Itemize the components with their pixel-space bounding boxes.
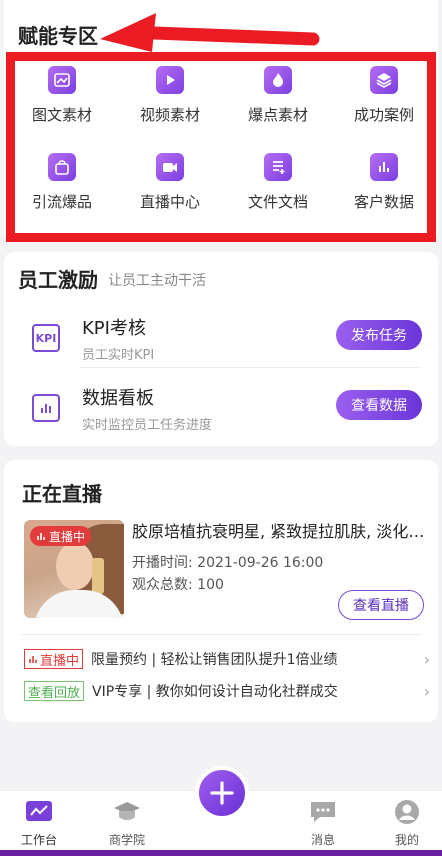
kpi-title: KPI考核 — [82, 318, 146, 339]
highlight-box — [6, 52, 436, 242]
nav-label: 工作台 — [20, 833, 57, 847]
nav-label: 消息 — [310, 833, 335, 847]
publish-task-button[interactable]: 发布任务 — [336, 320, 422, 350]
user-icon — [393, 799, 421, 825]
live-start-time: 开播时间: 2021-09-26 16:00 — [132, 555, 324, 571]
annotation-arrow — [100, 13, 320, 52]
message-icon — [309, 799, 337, 825]
chevron-right-icon: › — [423, 682, 430, 701]
live-section: 正在直播 直播中 胶原培植抗衰明星, 紧致提拉肌肤, 淡化细纹 开播时间: 20… — [4, 460, 438, 722]
nav-mine[interactable]: 我的 — [372, 799, 442, 848]
nav-label: 商学院 — [108, 833, 145, 847]
bottom-bar — [0, 850, 442, 856]
live-tag-label: 直播中 — [40, 653, 80, 669]
signal-icon — [37, 533, 45, 540]
chevron-right-icon: › — [423, 650, 430, 669]
kpi-icon: KPI — [32, 324, 60, 352]
nav-label: 我的 — [394, 833, 419, 847]
live-thumbnail[interactable]: 直播中 — [24, 520, 124, 618]
staff-title: 员工激励 — [18, 268, 98, 292]
kpi-desc: 员工实时KPI — [82, 348, 155, 363]
add-button[interactable] — [195, 766, 249, 820]
workbench-icon — [25, 799, 53, 825]
notice-text: VIP专享 | 教你如何设计自动化社群成交 — [92, 684, 338, 700]
notice-text: 限量预约 | 轻松让销售团队提升1倍业绩 — [91, 652, 338, 668]
notice-replay[interactable]: 查看回放 VIP专享 | 教你如何设计自动化社群成交 › — [24, 680, 434, 702]
notice-live[interactable]: 直播中 限量预约 | 轻松让销售团队提升1倍业绩 › — [24, 648, 434, 670]
signal-icon — [29, 656, 37, 663]
dashboard-row[interactable]: 数据看板 实时监控员工任务进度 查看数据 — [26, 380, 422, 446]
nav-messages[interactable]: 消息 — [288, 799, 358, 848]
nav-workbench[interactable]: 工作台 — [4, 799, 74, 848]
live-badge: 直播中 — [30, 526, 92, 546]
staff-section: 员工激励 让员工主动干活 KPI KPI考核 员工实时KPI 发布任务 数据看板… — [4, 252, 438, 446]
divider — [80, 367, 420, 368]
watch-live-button[interactable]: 查看直播 — [338, 590, 424, 620]
bar-chart-icon — [32, 394, 60, 422]
live-tag: 直播中 — [24, 649, 84, 669]
live-badge-label: 直播中 — [49, 529, 86, 544]
replay-tag: 查看回放 — [24, 681, 85, 701]
live-item-title[interactable]: 胶原培植抗衰明星, 紧致提拉肌肤, 淡化细纹 — [132, 518, 432, 542]
plus-icon — [210, 781, 234, 805]
enable-title: 赋能专区 — [18, 24, 98, 48]
dashboard-desc: 实时监控员工任务进度 — [82, 418, 213, 433]
staff-subtitle: 让员工主动干活 — [108, 273, 206, 289]
view-data-button[interactable]: 查看数据 — [336, 390, 422, 420]
graduation-cap-icon — [113, 799, 141, 825]
divider — [22, 634, 422, 635]
dashboard-title: 数据看板 — [82, 388, 154, 409]
nav-academy[interactable]: 商学院 — [92, 799, 162, 848]
live-title: 正在直播 — [22, 482, 102, 506]
live-viewers: 观众总数: 100 — [132, 577, 224, 593]
